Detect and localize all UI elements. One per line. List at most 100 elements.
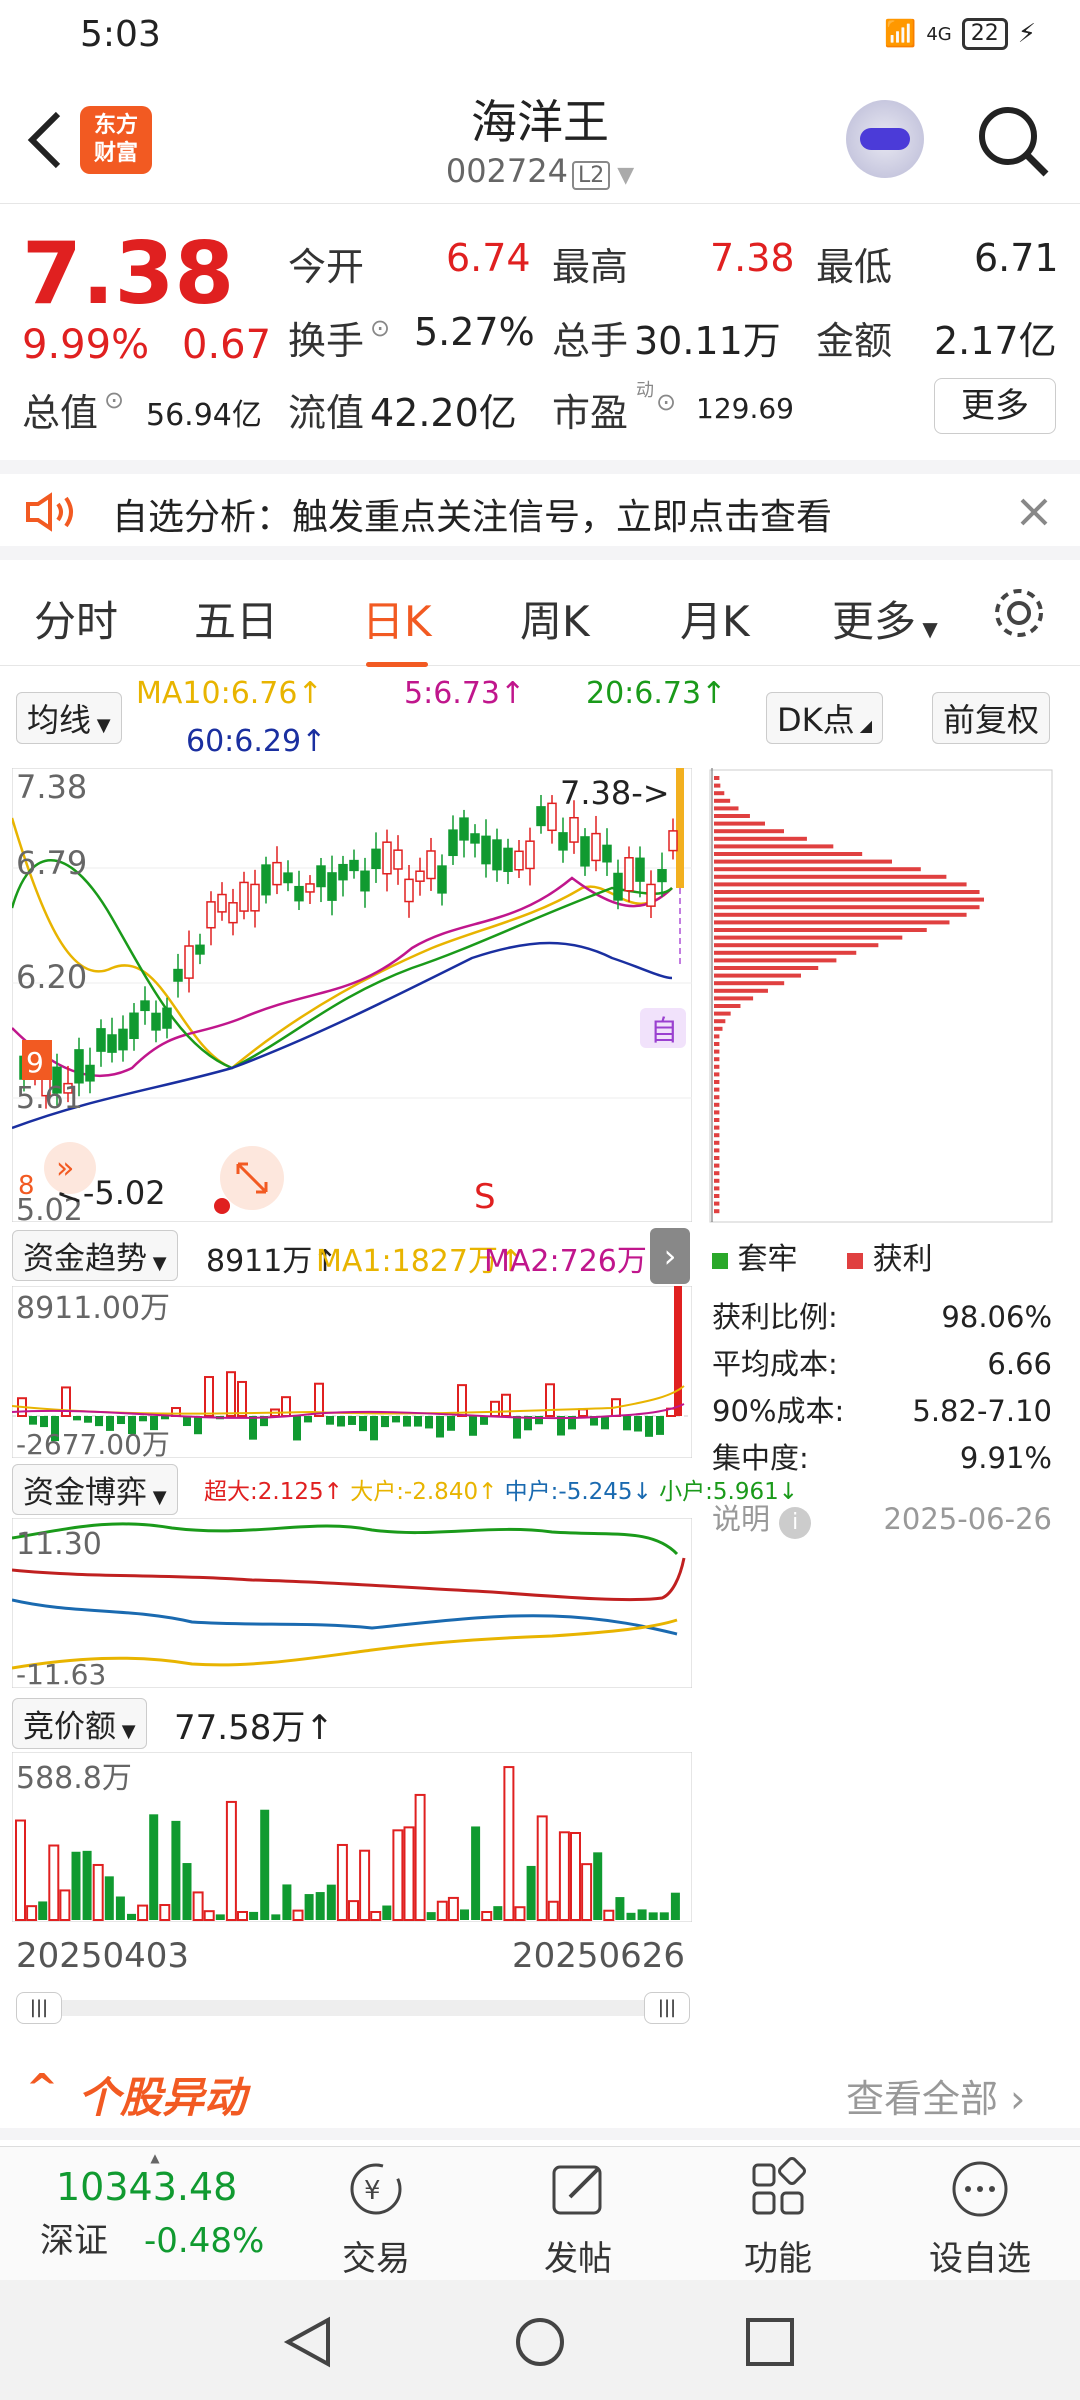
candle-body — [283, 872, 293, 884]
fund-game-label: 资金博弈 — [23, 1475, 147, 1511]
auction-bar — [626, 1912, 636, 1920]
auction-bar — [570, 1832, 581, 1921]
chip-bar — [714, 1004, 741, 1008]
tab-five-day[interactable]: 五日 — [194, 588, 278, 649]
tab-weekly-k[interactable]: 周K — [520, 588, 590, 649]
info-icon[interactable]: ⊙ — [370, 314, 390, 342]
back-triangle-icon[interactable] — [280, 2314, 336, 2370]
tab-intraday[interactable]: 分时 — [34, 588, 118, 649]
tab-daily-k[interactable]: 日K — [362, 588, 432, 667]
dk-point-button[interactable]: DK点 ◢ — [766, 692, 884, 744]
chip-bar — [714, 1156, 720, 1160]
fund-bar — [304, 1416, 312, 1423]
chip-bar — [714, 882, 967, 887]
amount-label: 金额 — [816, 319, 893, 363]
fund-bar — [480, 1416, 488, 1425]
home-circle-icon[interactable] — [512, 2314, 568, 2370]
range-scrollbar[interactable]: ||| ||| — [16, 1992, 690, 2024]
candle-body — [426, 850, 436, 880]
nav-add-favorite[interactable]: 设自选 — [920, 2157, 1040, 2280]
fund-bar — [381, 1416, 389, 1428]
auction-bar — [536, 1815, 548, 1921]
recent-square-icon[interactable] — [742, 2314, 798, 2370]
candle-body — [668, 830, 678, 852]
nav-trade[interactable]: ¥ 交易 — [316, 2157, 436, 2280]
trap-legend: 套牢 — [737, 1242, 798, 1277]
system-nav-bar — [0, 2280, 1080, 2400]
chip-bar — [714, 1140, 720, 1145]
range-handle-right[interactable]: ||| — [644, 1992, 690, 2024]
fund-bar — [293, 1416, 301, 1441]
chip-bar — [714, 1102, 720, 1107]
chevron-right-icon: › — [998, 2077, 1026, 2121]
open-label: 今开 — [288, 245, 365, 289]
forward-adjust-button[interactable]: 前复权 — [932, 692, 1051, 744]
chevron-up-icon[interactable]: ^ — [26, 2066, 58, 2110]
fund-game-selector[interactable]: 资金博弈 ▼ — [12, 1464, 178, 1515]
fund-bar — [249, 1416, 257, 1440]
auction-bar — [159, 1904, 171, 1921]
kline-chart[interactable]: 7.38 6.79 6.20 5.61 5.02 7.38-> <-5.02 S… — [12, 768, 692, 1222]
chip-bar — [714, 1019, 726, 1024]
candle-body — [360, 870, 370, 892]
turnover-label: 换手 — [288, 319, 365, 363]
fund-bar — [171, 1407, 181, 1417]
wifi-icon: 📶 — [883, 19, 917, 49]
chip-bar — [714, 1178, 720, 1183]
fund-bar — [403, 1416, 411, 1427]
chip-stat-label: 平均成本: — [712, 1347, 838, 1381]
info-icon[interactable]: ⊙ — [104, 386, 124, 414]
auction-bar — [48, 1844, 60, 1921]
nav-post[interactable]: 发帖 — [518, 2157, 638, 2280]
ma-selector[interactable]: 均线 ▼ — [16, 692, 122, 744]
abnormal-section: ^ 个股异动 查看全部 › — [0, 2050, 1080, 2140]
fund-bar — [414, 1416, 422, 1427]
auction-label: 竞价额 — [23, 1709, 116, 1745]
date-end: 20250626 — [512, 1936, 686, 1976]
chip-bar — [714, 806, 739, 811]
tab-monthly-k[interactable]: 月K — [680, 588, 750, 649]
notice-banner[interactable]: 自选分析：触发重点关注信号，立即点击查看 — [0, 460, 1080, 560]
fund-trend-selector[interactable]: 资金趋势 ▼ — [12, 1230, 178, 1281]
candle-body — [162, 1007, 172, 1029]
caret-down-icon: ▼ — [147, 1487, 167, 1508]
caret-down-icon: ▼ — [147, 1253, 167, 1274]
candle-body — [404, 878, 414, 903]
fund-game-chart[interactable]: 11.30 -11.63 — [12, 1518, 692, 1688]
info-icon[interactable]: ⊙ — [656, 388, 676, 416]
nav-function[interactable]: 功能 — [718, 2157, 838, 2280]
auction-bar — [447, 1896, 459, 1921]
candle-body — [173, 968, 183, 982]
chip-bar — [714, 1125, 720, 1130]
robot-avatar-icon[interactable] — [846, 100, 924, 178]
close-icon[interactable] — [1018, 496, 1050, 528]
chip-bar — [714, 1110, 720, 1115]
tab-more[interactable]: 更多 ▼ — [832, 588, 938, 649]
auction-bar — [503, 1766, 515, 1921]
auction-bar — [192, 1891, 204, 1922]
search-icon[interactable] — [976, 104, 1052, 180]
range-handle-left[interactable]: ||| — [16, 1992, 62, 2024]
fund-bar — [370, 1416, 378, 1441]
more-button[interactable]: 更多 — [934, 378, 1056, 434]
auction-chart[interactable]: 588.8万 — [12, 1752, 692, 1922]
last-price-marker: 7.38-> — [560, 774, 670, 812]
nav-trade-label: 交易 — [342, 2239, 410, 2279]
auction-selector[interactable]: 竞价额 ▼ — [12, 1698, 147, 1749]
candle-body — [140, 1000, 150, 1012]
auction-bar — [137, 1904, 149, 1922]
chip-bar — [714, 852, 863, 856]
chip-stat-value: 9.91% — [959, 1441, 1052, 1475]
auction-bar — [292, 1909, 304, 1922]
fund-trend-chart[interactable]: 8911.00万 -2677.00万 — [12, 1286, 692, 1458]
index-widget[interactable]: ▲ 10343.48 深证 -0.48% — [20, 2151, 290, 2262]
view-all-link[interactable]: 查看全部 › — [846, 2068, 1025, 2123]
auction-bar — [581, 1863, 593, 1921]
chevron-right-icon[interactable]: › — [650, 1228, 690, 1284]
gear-icon[interactable] — [990, 584, 1048, 642]
fund-bar — [656, 1416, 664, 1435]
chip-bar — [714, 1087, 720, 1092]
auction-bar — [82, 1850, 92, 1920]
chip-bar — [714, 1080, 720, 1084]
candle-body — [184, 945, 194, 979]
